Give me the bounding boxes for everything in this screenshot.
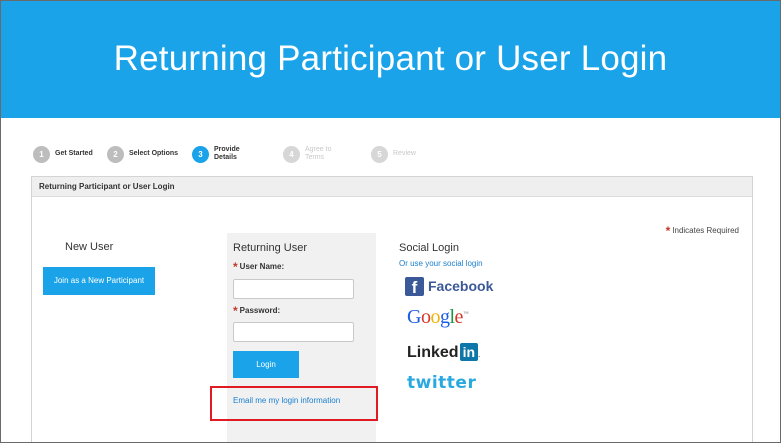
step-label: Provide Details — [214, 146, 240, 161]
page-frame: Returning Participant or User Login 1 Ge… — [0, 0, 781, 443]
step-number: 1 — [33, 146, 50, 163]
username-label-text: User Name: — [239, 262, 285, 271]
required-note: * Indicates Required — [666, 224, 739, 238]
social-login-heading: Social Login — [399, 242, 459, 254]
required-asterisk: * — [233, 260, 238, 274]
facebook-icon: f — [405, 277, 424, 297]
linkedin-mark: . — [478, 350, 481, 359]
banner-title: Returning Participant or User Login — [113, 39, 668, 78]
step-label: Get Started — [55, 150, 93, 157]
join-new-participant-button[interactable]: Join as a New Participant — [43, 267, 155, 295]
password-input[interactable] — [233, 322, 354, 342]
required-asterisk: * — [665, 224, 671, 238]
password-label-text: Password: — [239, 306, 281, 315]
step-label: Agree to Terms — [305, 146, 332, 161]
username-input[interactable] — [233, 279, 354, 299]
banner: Returning Participant or User Login — [1, 1, 780, 118]
google-trademark: ™ — [462, 311, 469, 318]
step-number: 3 — [192, 146, 209, 163]
google-logo-letter: e — [454, 306, 464, 328]
twitter-login-button[interactable]: twitter — [407, 373, 476, 393]
panel-title: Returning Participant or User Login — [39, 182, 175, 191]
google-login-button[interactable]: Google™ — [407, 306, 469, 329]
username-label: * User Name: — [233, 260, 284, 274]
new-user-heading: New User — [65, 241, 114, 253]
step-number: 4 — [283, 146, 300, 163]
login-button[interactable]: Login — [233, 351, 299, 378]
panel-header: Returning Participant or User Login — [32, 177, 752, 197]
required-asterisk: * — [233, 304, 238, 318]
linkedin-icon: in — [459, 343, 479, 361]
step-label: Select Options — [129, 150, 179, 157]
social-login-subtitle[interactable]: Or use your social login — [399, 259, 483, 268]
google-logo-letter: G — [407, 306, 421, 328]
password-label: * Password: — [233, 304, 280, 318]
step-label: Review — [393, 150, 416, 157]
login-panel: Returning Participant or User Login * Ind… — [31, 176, 753, 442]
google-logo-letter: o — [430, 306, 440, 328]
required-note-text: Indicates Required — [672, 226, 739, 235]
highlight-annotation-box — [210, 386, 378, 421]
linkedin-login-button[interactable]: Linked in. — [407, 343, 480, 363]
step-number: 2 — [107, 146, 124, 163]
facebook-label: Facebook — [428, 278, 494, 294]
returning-user-heading: Returning User — [233, 242, 307, 254]
linkedin-logo-text: Linked — [407, 344, 459, 361]
step-number: 5 — [371, 146, 388, 163]
